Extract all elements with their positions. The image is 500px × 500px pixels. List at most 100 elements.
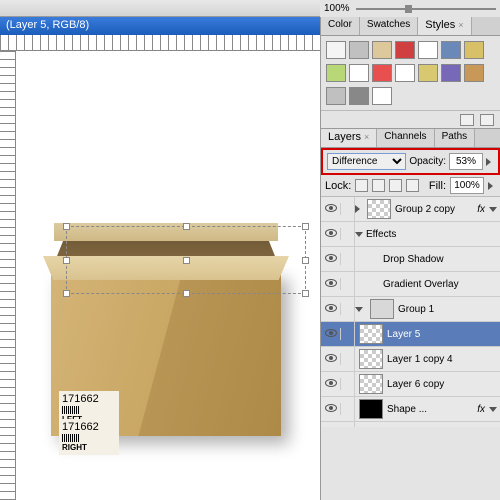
tab-color[interactable]: Color bbox=[321, 17, 360, 35]
style-swatch[interactable] bbox=[464, 64, 484, 82]
box-label-right: 171662 RIGHT bbox=[59, 419, 119, 455]
color-panel-tabs: Color Swatches Styles× bbox=[321, 17, 500, 36]
visibility-toggle[interactable] bbox=[321, 203, 341, 215]
handle-center[interactable] bbox=[183, 257, 190, 264]
blend-mode-select[interactable]: Difference bbox=[327, 153, 406, 170]
layer-row[interactable]: Group 2 copyfx bbox=[321, 197, 500, 222]
chevron-down-icon[interactable] bbox=[489, 407, 497, 412]
visibility-toggle[interactable] bbox=[321, 378, 341, 390]
lock-brush-icon[interactable] bbox=[372, 179, 385, 192]
style-swatch[interactable] bbox=[418, 64, 438, 82]
layer-thumbnail[interactable] bbox=[359, 399, 383, 419]
zoom-slider-thumb[interactable] bbox=[405, 5, 412, 13]
barcode-icon bbox=[62, 434, 80, 442]
visibility-toggle[interactable] bbox=[321, 403, 341, 415]
layer-thumbnail[interactable] bbox=[359, 374, 383, 394]
handle-mid-right[interactable] bbox=[302, 257, 309, 264]
layer-name[interactable]: Layer 5 bbox=[387, 329, 500, 340]
trash-icon[interactable] bbox=[480, 114, 494, 126]
style-swatch[interactable] bbox=[326, 87, 346, 105]
style-swatch[interactable] bbox=[441, 41, 461, 59]
fx-badge[interactable]: fx bbox=[477, 204, 489, 215]
handle-bot-right[interactable] bbox=[302, 290, 309, 297]
handle-bot-center[interactable] bbox=[183, 290, 190, 297]
style-swatch[interactable] bbox=[418, 41, 438, 59]
layer-name[interactable]: Shape ... bbox=[387, 404, 477, 415]
layer-row[interactable]: Effects bbox=[321, 222, 500, 247]
eye-icon bbox=[325, 379, 337, 387]
handle-mid-left[interactable] bbox=[63, 257, 70, 264]
zoom-slider[interactable] bbox=[356, 8, 496, 10]
handle-bot-left[interactable] bbox=[63, 290, 70, 297]
layer-thumbnail[interactable] bbox=[367, 199, 391, 219]
visibility-toggle[interactable] bbox=[321, 278, 341, 290]
layer-thumbnail[interactable] bbox=[359, 349, 383, 369]
transform-bounding-box[interactable] bbox=[66, 226, 306, 294]
lock-move-icon[interactable] bbox=[389, 179, 402, 192]
visibility-toggle[interactable] bbox=[321, 328, 341, 340]
effects-label: Effects bbox=[366, 229, 500, 240]
visibility-toggle[interactable] bbox=[321, 253, 341, 265]
document-canvas[interactable]: 171662 LEFT 171662 RIGHT bbox=[16, 51, 320, 500]
layer-thumbnail[interactable] bbox=[370, 299, 394, 319]
handle-top-center[interactable] bbox=[183, 223, 190, 230]
style-swatch[interactable] bbox=[395, 64, 415, 82]
layer-row[interactable]: Effects bbox=[321, 422, 500, 427]
tab-channels[interactable]: Channels bbox=[377, 129, 434, 147]
chevron-down-icon[interactable] bbox=[489, 207, 497, 212]
style-swatch[interactable] bbox=[349, 87, 369, 105]
style-swatch[interactable] bbox=[395, 41, 415, 59]
ruler-vertical[interactable] bbox=[0, 51, 16, 500]
ruler-horizontal[interactable] bbox=[0, 35, 320, 51]
style-swatch[interactable] bbox=[326, 41, 346, 59]
layer-row[interactable]: Layer 5 bbox=[321, 322, 500, 347]
tab-styles[interactable]: Styles× bbox=[418, 17, 471, 35]
zoom-value[interactable]: 100% bbox=[324, 3, 350, 14]
blend-opacity-row: Difference Opacity: bbox=[321, 148, 500, 175]
visibility-toggle[interactable] bbox=[321, 228, 341, 240]
style-swatch[interactable] bbox=[441, 64, 461, 82]
close-icon[interactable]: × bbox=[458, 20, 463, 30]
chevron-down-icon[interactable] bbox=[355, 232, 363, 237]
layer-thumbnail[interactable] bbox=[359, 324, 383, 344]
close-icon[interactable]: × bbox=[364, 132, 369, 142]
style-swatch[interactable] bbox=[372, 64, 392, 82]
style-swatch[interactable] bbox=[349, 41, 369, 59]
visibility-toggle[interactable] bbox=[321, 353, 341, 365]
style-swatch[interactable] bbox=[464, 41, 484, 59]
visibility-toggle[interactable] bbox=[321, 303, 341, 315]
document-titlebar: (Layer 5, RGB/8) bbox=[0, 17, 320, 35]
style-swatch[interactable] bbox=[372, 87, 392, 105]
chevron-right-icon[interactable] bbox=[488, 182, 493, 190]
layer-row[interactable]: Shape ...fx bbox=[321, 397, 500, 422]
new-style-icon[interactable] bbox=[460, 114, 474, 126]
layer-row[interactable]: Gradient Overlay bbox=[321, 272, 500, 297]
chevron-right-icon[interactable] bbox=[355, 205, 360, 213]
layer-row[interactable]: Layer 6 copy bbox=[321, 372, 500, 397]
tab-swatches[interactable]: Swatches bbox=[360, 17, 418, 35]
fill-input[interactable] bbox=[450, 177, 484, 194]
handle-top-right[interactable] bbox=[302, 223, 309, 230]
layer-name[interactable]: Layer 6 copy bbox=[387, 379, 500, 390]
lock-all-icon[interactable] bbox=[406, 179, 419, 192]
style-swatch[interactable] bbox=[326, 64, 346, 82]
layer-name[interactable]: Group 1 bbox=[398, 304, 500, 315]
layer-row[interactable]: Layer 1 copy 4 bbox=[321, 347, 500, 372]
chevron-down-icon[interactable] bbox=[355, 307, 363, 312]
chevron-right-icon[interactable] bbox=[486, 158, 491, 166]
layer-name[interactable]: Group 2 copy bbox=[395, 204, 477, 215]
style-swatch[interactable] bbox=[372, 41, 392, 59]
layer-row[interactable]: Drop Shadow bbox=[321, 247, 500, 272]
layer-name[interactable]: Layer 1 copy 4 bbox=[387, 354, 500, 365]
barcode-icon bbox=[62, 406, 80, 414]
opacity-input[interactable] bbox=[449, 153, 483, 170]
lock-transparency-icon[interactable] bbox=[355, 179, 368, 192]
layer-row[interactable]: Group 1 bbox=[321, 297, 500, 322]
tab-paths[interactable]: Paths bbox=[435, 129, 476, 147]
fx-badge[interactable]: fx bbox=[477, 404, 489, 415]
handle-top-left[interactable] bbox=[63, 223, 70, 230]
tab-layers[interactable]: Layers× bbox=[321, 129, 377, 147]
opacity-label: Opacity: bbox=[409, 156, 446, 167]
style-swatch[interactable] bbox=[349, 64, 369, 82]
canvas-artwork: 171662 LEFT 171662 RIGHT bbox=[36, 151, 296, 446]
